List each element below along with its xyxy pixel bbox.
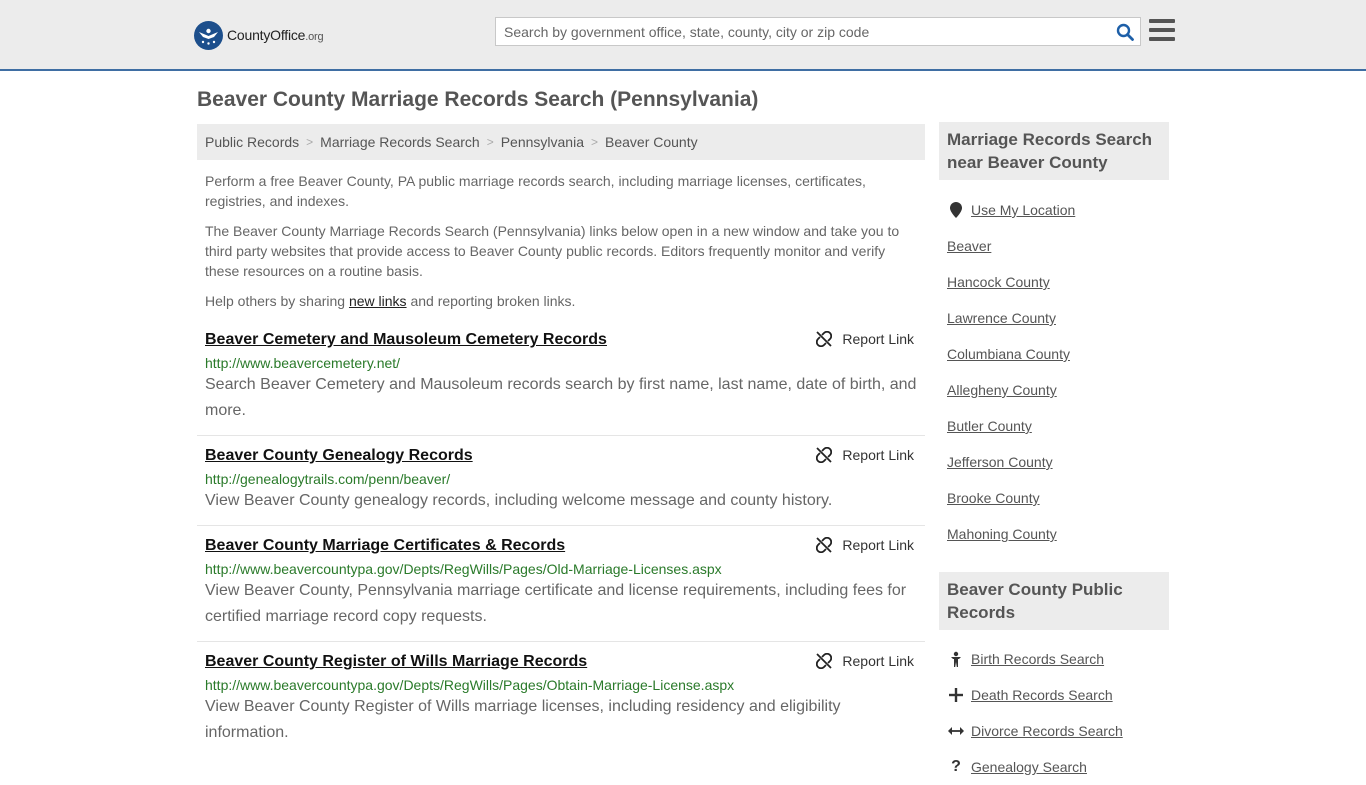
use-my-location-link[interactable]: Use My Location: [971, 202, 1075, 218]
divorce-records-search-link[interactable]: Divorce Records Search: [971, 723, 1123, 739]
sidebar-nearby-link[interactable]: Butler County: [947, 418, 1032, 434]
result-item: Beaver County Register of Wills Marriage…: [197, 642, 925, 757]
result-title-link[interactable]: Beaver County Genealogy Records: [205, 446, 473, 466]
search-button[interactable]: [1110, 18, 1140, 45]
birth-records-search-link[interactable]: Birth Records Search: [971, 651, 1104, 667]
chevron-right-icon: >: [306, 135, 314, 149]
logo-text: CountyOffice: [227, 27, 306, 43]
report-link-label: Report Link: [842, 537, 914, 553]
report-link-button[interactable]: Report Link: [816, 331, 914, 347]
new-links-link[interactable]: new links: [349, 293, 407, 309]
hamburger-menu-icon[interactable]: [1149, 19, 1175, 43]
sidebar-nearby-link[interactable]: Columbiana County: [947, 346, 1070, 362]
sidebar-nearby-link[interactable]: Lawrence County: [947, 310, 1056, 326]
chevron-right-icon: >: [590, 135, 598, 149]
site-logo[interactable]: CountyOffice.org: [194, 20, 324, 50]
breadcrumb: Public Records > Marriage Records Search…: [197, 124, 925, 160]
breadcrumb-pennsylvania[interactable]: Pennsylvania: [501, 134, 584, 150]
intro-paragraph-share: Help others by sharing new links and rep…: [205, 293, 576, 309]
result-description: Search Beaver Cemetery and Mausoleum rec…: [205, 376, 917, 419]
sidebar-public-records-heading: Beaver County Public Records: [939, 572, 1169, 630]
site-header: CountyOffice.org: [0, 0, 1366, 71]
search-icon: [1116, 23, 1134, 41]
arrows-horizontal-icon: [947, 726, 965, 736]
result-item: Beaver County Marriage Certificates & Re…: [197, 526, 925, 642]
logo-suffix: .org: [305, 31, 324, 43]
result-url: http://www.beavercountypa.gov/Depts/RegW…: [205, 561, 722, 577]
breadcrumb-beaver-county[interactable]: Beaver County: [605, 134, 698, 150]
report-link-button[interactable]: Report Link: [816, 653, 914, 669]
use-my-location-item: Use My Location: [947, 192, 1169, 228]
sidebar-nearby-heading: Marriage Records Search near Beaver Coun…: [939, 122, 1169, 180]
sidebar-nearby-link[interactable]: Jefferson County: [947, 454, 1053, 470]
report-link-button[interactable]: Report Link: [816, 447, 914, 463]
result-url: http://www.beavercountypa.gov/Depts/RegW…: [205, 677, 735, 693]
eagle-seal-icon: [194, 20, 223, 50]
result-item: Beaver County Genealogy Records Report L…: [197, 436, 925, 526]
sidebar-nearby-list: Use My Location Beaver Hancock County La…: [947, 192, 1169, 552]
result-url: http://www.beavercemetery.net/: [205, 355, 401, 371]
cross-icon: [947, 688, 965, 702]
page-title: Beaver County Marriage Records Search (P…: [197, 88, 759, 111]
broken-link-icon: [816, 331, 833, 347]
report-link-label: Report Link: [842, 653, 914, 669]
genealogy-search-link[interactable]: Genealogy Search: [971, 759, 1087, 775]
sidebar-public-records-list: Birth Records Search Death Records Searc…: [947, 641, 1169, 785]
result-title-link[interactable]: Beaver County Marriage Certificates & Re…: [205, 536, 565, 556]
broken-link-icon: [816, 447, 833, 463]
result-description: View Beaver County, Pennsylvania marriag…: [205, 582, 907, 625]
chevron-right-icon: >: [486, 135, 494, 149]
intro-paragraph: Perform a free Beaver County, PA public …: [205, 173, 866, 209]
result-title-link[interactable]: Beaver County Register of Wills Marriage…: [205, 652, 587, 672]
result-url: http://genealogytrails.com/penn/beaver/: [205, 471, 451, 487]
result-item: Beaver Cemetery and Mausoleum Cemetery R…: [197, 320, 925, 436]
results-list: Beaver Cemetery and Mausoleum Cemetery R…: [197, 320, 925, 757]
intro-paragraph: The Beaver County Marriage Records Searc…: [205, 223, 900, 279]
search-input[interactable]: [496, 18, 1110, 45]
search-bar: [495, 17, 1141, 46]
sidebar-nearby-link[interactable]: Brooke County: [947, 490, 1040, 506]
baby-icon: [947, 651, 965, 667]
death-records-search-link[interactable]: Death Records Search: [971, 687, 1113, 703]
breadcrumb-marriage-records-search[interactable]: Marriage Records Search: [320, 134, 480, 150]
result-description: View Beaver County Register of Wills mar…: [205, 698, 841, 741]
report-link-button[interactable]: Report Link: [816, 537, 914, 553]
report-link-label: Report Link: [842, 331, 914, 347]
result-title-link[interactable]: Beaver Cemetery and Mausoleum Cemetery R…: [205, 330, 607, 350]
report-link-label: Report Link: [842, 447, 914, 463]
sidebar-nearby-link[interactable]: Hancock County: [947, 274, 1050, 290]
broken-link-icon: [816, 537, 833, 553]
broken-link-icon: [816, 653, 833, 669]
sidebar-nearby-link[interactable]: Allegheny County: [947, 382, 1057, 398]
sidebar-nearby-link[interactable]: Mahoning County: [947, 526, 1057, 542]
result-description: View Beaver County genealogy records, in…: [205, 492, 833, 509]
sidebar-nearby-link[interactable]: Beaver: [947, 238, 991, 254]
intro-text: Perform a free Beaver County, PA public …: [205, 171, 917, 321]
breadcrumb-public-records[interactable]: Public Records: [205, 134, 299, 150]
map-pin-icon: [947, 202, 965, 218]
question-icon: ?: [951, 758, 961, 775]
